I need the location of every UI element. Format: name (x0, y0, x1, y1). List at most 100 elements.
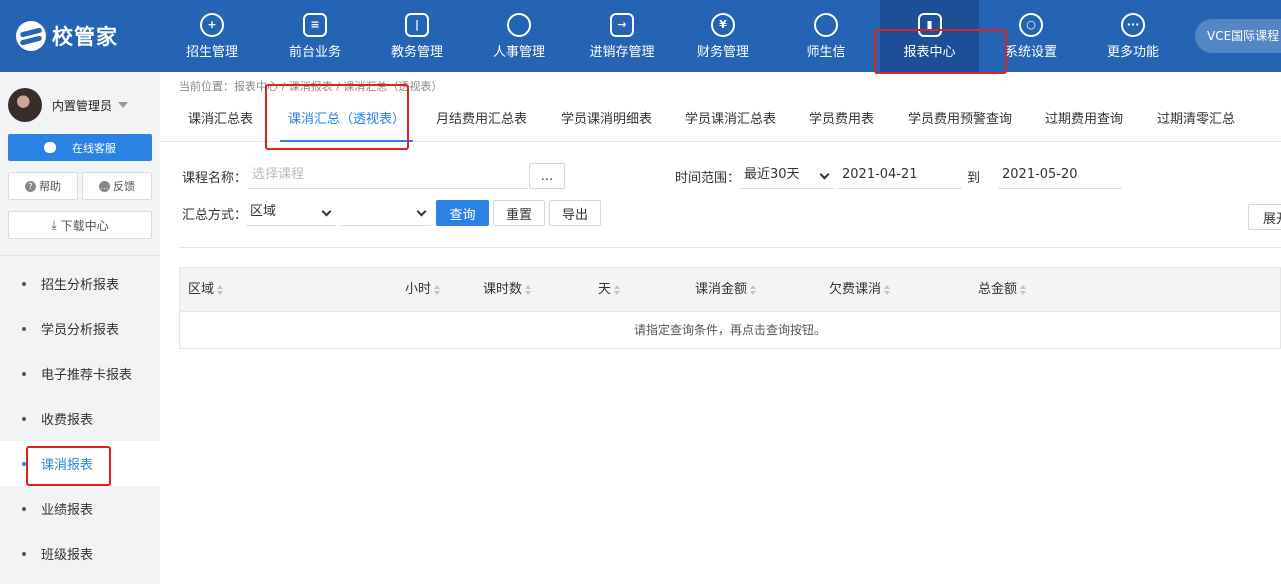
sidebar-item-student-report[interactable]: 学员分析报表 (0, 306, 160, 351)
column-header-arrears-consumption[interactable]: 欠费课消 (829, 268, 891, 312)
date-to-input[interactable]: 2021-05-20 (998, 163, 1122, 189)
nav-item-hr[interactable]: 人事管理 (490, 0, 548, 72)
column-header-total-amount[interactable]: 总金额 (978, 268, 1027, 312)
bullet-icon (22, 326, 26, 331)
course-browse-button[interactable]: ... (529, 163, 565, 189)
user-menu[interactable]: 内置管理员 (8, 88, 129, 122)
nav-item-messages[interactable]: 师生信 (801, 0, 851, 72)
nav-item-label: 更多功能 (1106, 44, 1159, 60)
bullet-icon (22, 506, 26, 511)
download-center-button[interactable]: ⤓ 下载中心 (8, 211, 152, 239)
download-icon: ⤓ (51, 217, 57, 232)
column-header-consumption-amount[interactable]: 课消金额 (695, 268, 757, 312)
nav-item-label: 人事管理 (492, 44, 545, 60)
nav-item-label: 前台业务 (288, 44, 341, 60)
top-navigation-bar: 校管家 + 招生管理 ≡ 前台业务 | 教务管理 人事管理 → 进销存管理 ¥ … (0, 0, 1281, 72)
filter-divider (179, 247, 1281, 248)
reset-button[interactable]: 重置 (493, 200, 545, 226)
course-select-input[interactable]: 选择课程 (248, 163, 528, 189)
bar-chart-icon: ▮ (917, 12, 942, 37)
date-from-input[interactable]: 2021-04-21 (838, 163, 962, 189)
column-header-label: 课时数 (483, 282, 523, 297)
export-button[interactable]: 导出 (549, 200, 601, 226)
chevron-down-icon (819, 169, 830, 180)
query-button[interactable]: 查询 (436, 200, 489, 226)
tab-student-fee[interactable]: 学员费用表 (809, 98, 874, 142)
sidebar-item-fee-report[interactable]: 收费报表 (0, 396, 160, 441)
group-by-label: 汇总方式： (182, 208, 248, 223)
sidebar-item-performance-report[interactable]: 业绩报表 (0, 486, 160, 531)
nav-item-more[interactable]: ··· 更多功能 (1104, 0, 1162, 72)
brand-logo[interactable]: 校管家 (16, 18, 118, 54)
sort-icon (884, 284, 891, 295)
sidebar-item-label: 学员分析报表 (41, 323, 120, 338)
breadcrumb: 当前位置：报表中心 / 课消报表 / 课消汇总（透视表） (179, 80, 443, 93)
sort-icon (434, 284, 441, 295)
bullet-icon (22, 461, 26, 466)
sort-icon (525, 284, 532, 295)
column-header-label: 区域 (188, 282, 215, 297)
group-by-value: 区域 (250, 204, 277, 219)
sidebar-item-label: 课消报表 (41, 458, 94, 473)
time-range-value: 最近30天 (744, 167, 800, 182)
nav-item-report-center[interactable]: ▮ 报表中心 (880, 0, 979, 72)
user-plus-icon: + (200, 12, 224, 37)
time-range-select[interactable]: 最近30天 (740, 163, 834, 189)
sort-icon (750, 284, 757, 295)
chat-bubble-icon (814, 12, 838, 37)
column-header-days[interactable]: 天 (598, 268, 621, 312)
expand-button[interactable]: 展开 (1248, 204, 1281, 230)
tab-expired-fee-query[interactable]: 过期费用查询 (1045, 98, 1123, 142)
chevron-down-icon (321, 206, 332, 217)
nav-item-inventory[interactable]: → 进销存管理 (586, 0, 658, 72)
help-feedback-row: ? 帮助 … 反馈 (8, 172, 152, 200)
column-header-label: 小时 (405, 282, 432, 297)
question-icon: ? (25, 180, 36, 192)
sidebar-item-consumption-report[interactable]: 课消报表 (0, 441, 160, 486)
group-by-select[interactable]: 区域 (246, 200, 336, 226)
sort-icon (614, 284, 621, 295)
column-header-region[interactable]: 区域 (188, 268, 224, 312)
person-icon (507, 12, 531, 37)
feedback-label: 反馈 (113, 180, 135, 193)
book-icon: | (405, 12, 429, 37)
bullet-icon (22, 281, 26, 286)
online-service-button[interactable]: 在线客服 (8, 134, 152, 161)
sidebar-item-referral-card-report[interactable]: 电子推荐卡报表 (0, 351, 160, 396)
more-icon: ··· (1121, 12, 1145, 37)
tab-expired-clear-summary[interactable]: 过期清零汇总 (1157, 98, 1235, 142)
tab-consumption-pivot[interactable]: 课消汇总（透视表） (280, 98, 414, 142)
help-label: 帮助 (39, 180, 61, 193)
nav-item-front-desk[interactable]: ≡ 前台业务 (286, 0, 344, 72)
sidebar-item-recruitment-report[interactable]: 招生分析报表 (0, 261, 160, 306)
sidebar-item-class-report[interactable]: 班级报表 (0, 531, 160, 576)
column-header-label: 总金额 (978, 282, 1018, 297)
tab-monthly-fee-summary[interactable]: 月结费用汇总表 (436, 98, 527, 142)
feedback-button[interactable]: … 反馈 (82, 172, 152, 200)
nav-item-recruitment[interactable]: + 招生管理 (183, 0, 241, 72)
table-header: 区域 小时 课时数 天 课消金额 欠费课消 总金额 (180, 268, 1280, 312)
help-button[interactable]: ? 帮助 (8, 172, 78, 200)
gear-icon: ○ (1019, 12, 1043, 37)
sort-icon (1020, 284, 1027, 295)
nav-item-label: 教务管理 (390, 44, 443, 60)
nav-item-settings[interactable]: ○ 系统设置 (1000, 0, 1062, 72)
group-by-secondary-select[interactable] (341, 200, 431, 226)
sidebar-divider (0, 255, 160, 256)
sidebar-item-label: 班级报表 (41, 548, 94, 563)
nav-item-finance[interactable]: ¥ 财务管理 (694, 0, 752, 72)
column-header-lesson-count[interactable]: 课时数 (483, 268, 532, 312)
chevron-down-icon (416, 206, 427, 217)
tab-consumption-summary[interactable]: 课消汇总表 (188, 98, 253, 142)
column-header-hours[interactable]: 小时 (405, 268, 441, 312)
nav-item-label: 财务管理 (696, 44, 749, 60)
robot-chat-icon (44, 142, 56, 153)
feedback-icon: … (99, 180, 110, 192)
tab-student-consumption-summary[interactable]: 学员课消汇总表 (685, 98, 776, 142)
sidebar-item-label: 业绩报表 (41, 503, 94, 518)
bullet-icon (22, 416, 26, 421)
tab-student-consumption-detail[interactable]: 学员课消明细表 (561, 98, 652, 142)
nav-item-academic[interactable]: | 教务管理 (388, 0, 446, 72)
tab-student-fee-alert[interactable]: 学员费用预警查询 (908, 98, 1012, 142)
school-switch-button[interactable]: VCE国际课程 (1195, 19, 1281, 53)
